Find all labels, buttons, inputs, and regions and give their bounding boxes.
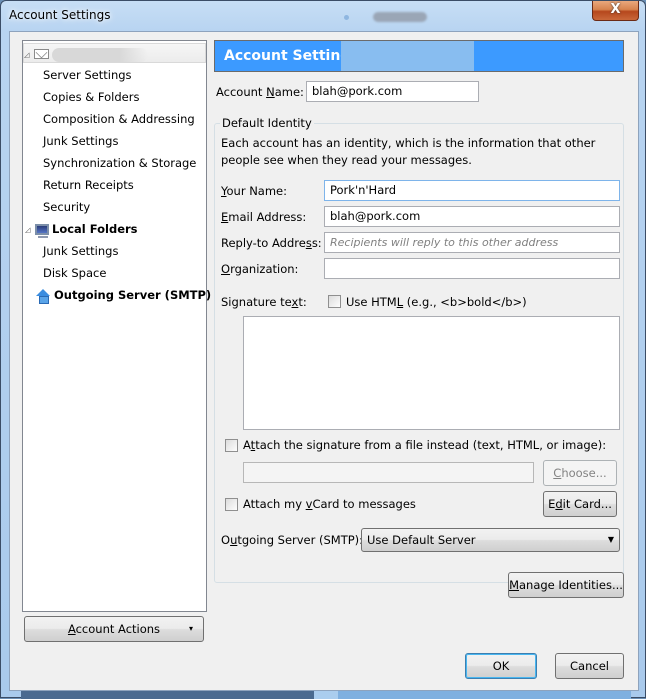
dropdown-arrow-icon: ▼	[607, 535, 614, 544]
banner-redacted	[341, 41, 474, 71]
account-actions-button[interactable]: Account Actions ▾	[24, 616, 204, 642]
window-title: Account Settings	[9, 8, 111, 22]
attach-signature-file-label[interactable]: Attach the signature from a file instead…	[243, 438, 606, 452]
cancel-button[interactable]: Cancel	[555, 653, 624, 679]
email-address-input[interactable]: blah@pork.com	[324, 206, 620, 227]
close-button[interactable]: X	[592, 1, 639, 21]
attach-vcard-checkbox[interactable]	[225, 498, 238, 511]
account-tree[interactable]: ◿ Server Settings Copies & Folders Compo…	[22, 40, 211, 612]
tree-item-composition-addressing[interactable]: Composition & Addressing	[23, 109, 206, 129]
tree-item-local-junk-settings[interactable]: Junk Settings	[23, 241, 206, 261]
signature-textarea[interactable]	[243, 316, 620, 430]
account-settings-window: Account Settings X ◿ Server Settings Cop…	[0, 0, 646, 699]
outgoing-server-select[interactable]: Use Default Server ▼	[361, 528, 620, 552]
attach-signature-file-checkbox[interactable]	[225, 439, 238, 452]
your-name-input[interactable]: Pork'n'Hard	[324, 180, 620, 201]
tree-item-copies-folders[interactable]: Copies & Folders	[23, 87, 206, 107]
your-name-label: Your Name:	[221, 184, 288, 198]
mail-icon	[34, 48, 49, 59]
account-name-input[interactable]: blah@pork.com	[306, 81, 479, 102]
ok-button[interactable]: OK	[465, 653, 537, 679]
tree-item-synchronization-storage[interactable]: Synchronization & Storage	[23, 153, 206, 173]
title-decoration	[344, 15, 349, 20]
dropdown-arrow-icon: ▾	[188, 624, 193, 633]
close-icon: X	[610, 2, 621, 17]
edit-card-button[interactable]: Edit Card...	[543, 491, 617, 517]
use-html-checkbox[interactable]	[328, 295, 341, 308]
identity-description: Each account has an identity, which is t…	[221, 136, 596, 167]
outgoing-server-label: Outgoing Server (SMTP):	[221, 533, 364, 547]
title-bar[interactable]: Account Settings X	[1, 1, 645, 31]
title-redacted	[373, 12, 427, 22]
page-banner: Account Settings -	[214, 40, 624, 72]
signature-text-label: Signature text:	[221, 295, 307, 309]
tree-item-disk-space[interactable]: Disk Space	[23, 263, 206, 283]
organization-label: Organization:	[221, 262, 299, 276]
tree-item-security[interactable]: Security	[23, 197, 206, 217]
expand-twisty-icon[interactable]: ◿	[24, 45, 34, 65]
reply-to-label: Reply-to Address:	[221, 236, 322, 250]
use-html-label[interactable]: Use HTML (e.g., <b>bold</b>)	[346, 295, 527, 309]
reply-to-input[interactable]: Recipients will reply to this other addr…	[324, 232, 620, 253]
account-name-redacted	[52, 47, 148, 62]
outgoing-server-icon	[35, 288, 51, 304]
signature-file-path-input[interactable]	[243, 462, 534, 483]
default-identity-caption: Default Identity	[220, 116, 314, 130]
choose-file-button[interactable]: Choose...	[543, 460, 617, 486]
tree-item-server-settings[interactable]: Server Settings	[23, 65, 206, 85]
computer-icon	[35, 224, 49, 238]
email-address-label: Email Address:	[221, 210, 307, 224]
dialog-client-area: ◿ Server Settings Copies & Folders Compo…	[9, 31, 639, 691]
organization-input[interactable]	[324, 258, 620, 279]
expand-twisty-icon[interactable]: ◿	[25, 220, 35, 240]
tree-item-return-receipts[interactable]: Return Receipts	[23, 175, 206, 195]
manage-identities-button[interactable]: Manage Identities...	[508, 572, 624, 598]
tree-item-local-folders[interactable]: ◿ Local Folders	[23, 219, 206, 239]
account-name-label: Account Name:	[216, 85, 304, 99]
tree-item-junk-settings[interactable]: Junk Settings	[23, 131, 206, 151]
attach-vcard-label[interactable]: Attach my vCard to messages	[243, 497, 416, 511]
tree-item-account[interactable]: ◿	[23, 43, 206, 63]
tree-item-outgoing-server[interactable]: Outgoing Server (SMTP)	[23, 285, 211, 305]
